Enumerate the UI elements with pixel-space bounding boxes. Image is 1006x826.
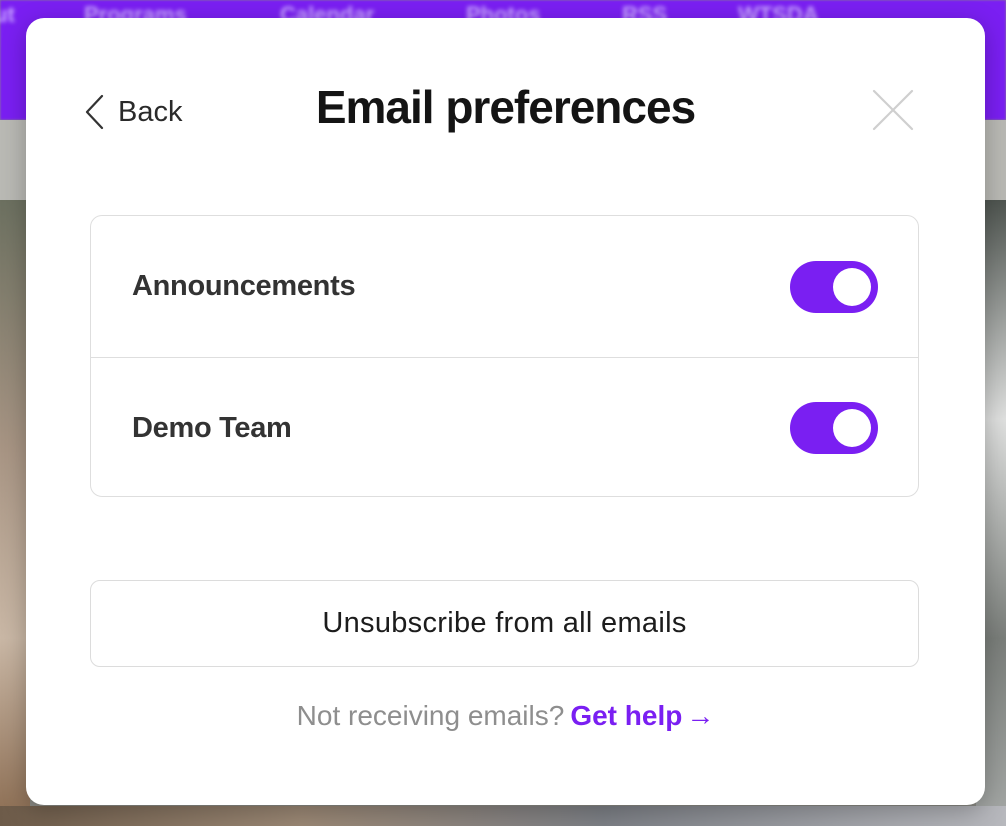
preferences-list: Announcements Demo Team — [90, 215, 919, 497]
email-preferences-modal: Back Email preferences Announcements Dem… — [26, 18, 985, 805]
preference-row-announcements: Announcements — [91, 216, 918, 357]
toggle-knob — [833, 409, 871, 447]
preference-label: Demo Team — [132, 411, 292, 444]
demo-team-toggle[interactable] — [790, 402, 878, 454]
background-nav-item: ut — [0, 2, 15, 27]
unsubscribe-all-button[interactable]: Unsubscribe from all emails — [90, 580, 919, 667]
preference-row-demo-team: Demo Team — [91, 357, 918, 496]
close-button[interactable] — [871, 88, 915, 132]
background-photo — [0, 806, 1006, 826]
help-line: Not receiving emails? Get help → — [26, 700, 985, 732]
toggle-knob — [833, 267, 871, 306]
modal-title: Email preferences — [315, 81, 696, 133]
arrow-right-icon: → — [686, 700, 715, 731]
close-icon — [871, 89, 915, 136]
get-help-label: Get help — [570, 700, 683, 731]
preference-label: Announcements — [132, 270, 356, 302]
get-help-link[interactable]: Get help → — [570, 700, 714, 731]
help-text: Not receiving emails? — [296, 700, 565, 731]
announcements-toggle[interactable] — [790, 260, 878, 313]
